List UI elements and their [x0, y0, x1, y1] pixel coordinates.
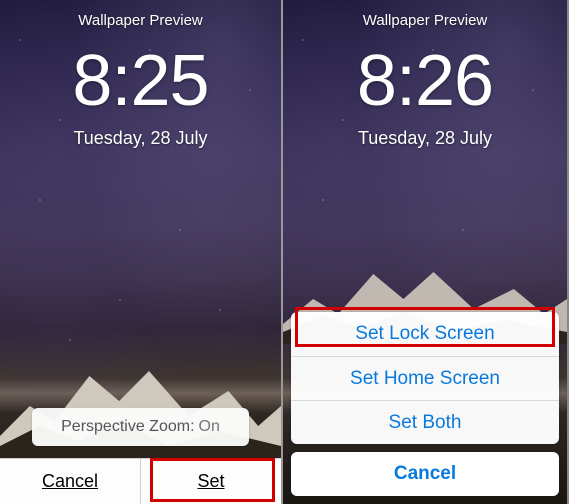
set-both-button[interactable]: Set Both [291, 400, 559, 444]
clock-date: Tuesday, 28 July [283, 128, 567, 149]
set-lock-screen-button[interactable]: Set Lock Screen [291, 312, 559, 356]
clock-date: Tuesday, 28 July [0, 128, 281, 149]
cancel-button[interactable]: Cancel [291, 452, 559, 496]
clock-time: 8:26 [283, 40, 567, 122]
perspective-zoom-label: Perspective Zoom: [61, 418, 194, 436]
header-title: Wallpaper Preview [283, 12, 567, 29]
set-home-screen-button[interactable]: Set Home Screen [291, 356, 559, 400]
cancel-button[interactable]: Cancel [0, 459, 140, 504]
mountain-art [0, 346, 281, 466]
perspective-zoom-value: On [199, 418, 220, 436]
right-screen: Wallpaper Preview 8:26 Tuesday, 28 July … [283, 0, 567, 504]
action-sheet-group: Set Lock Screen Set Home Screen Set Both [291, 312, 559, 444]
perspective-zoom-toggle[interactable]: Perspective Zoom: On [32, 408, 249, 446]
clock-time: 8:25 [0, 40, 281, 122]
set-button[interactable]: Set [141, 459, 281, 504]
bottom-toolbar: Cancel Set [0, 458, 281, 504]
header-title: Wallpaper Preview [0, 12, 281, 29]
action-sheet: Set Lock Screen Set Home Screen Set Both… [291, 312, 559, 496]
left-screen: Wallpaper Preview 8:25 Tuesday, 28 July … [0, 0, 283, 504]
